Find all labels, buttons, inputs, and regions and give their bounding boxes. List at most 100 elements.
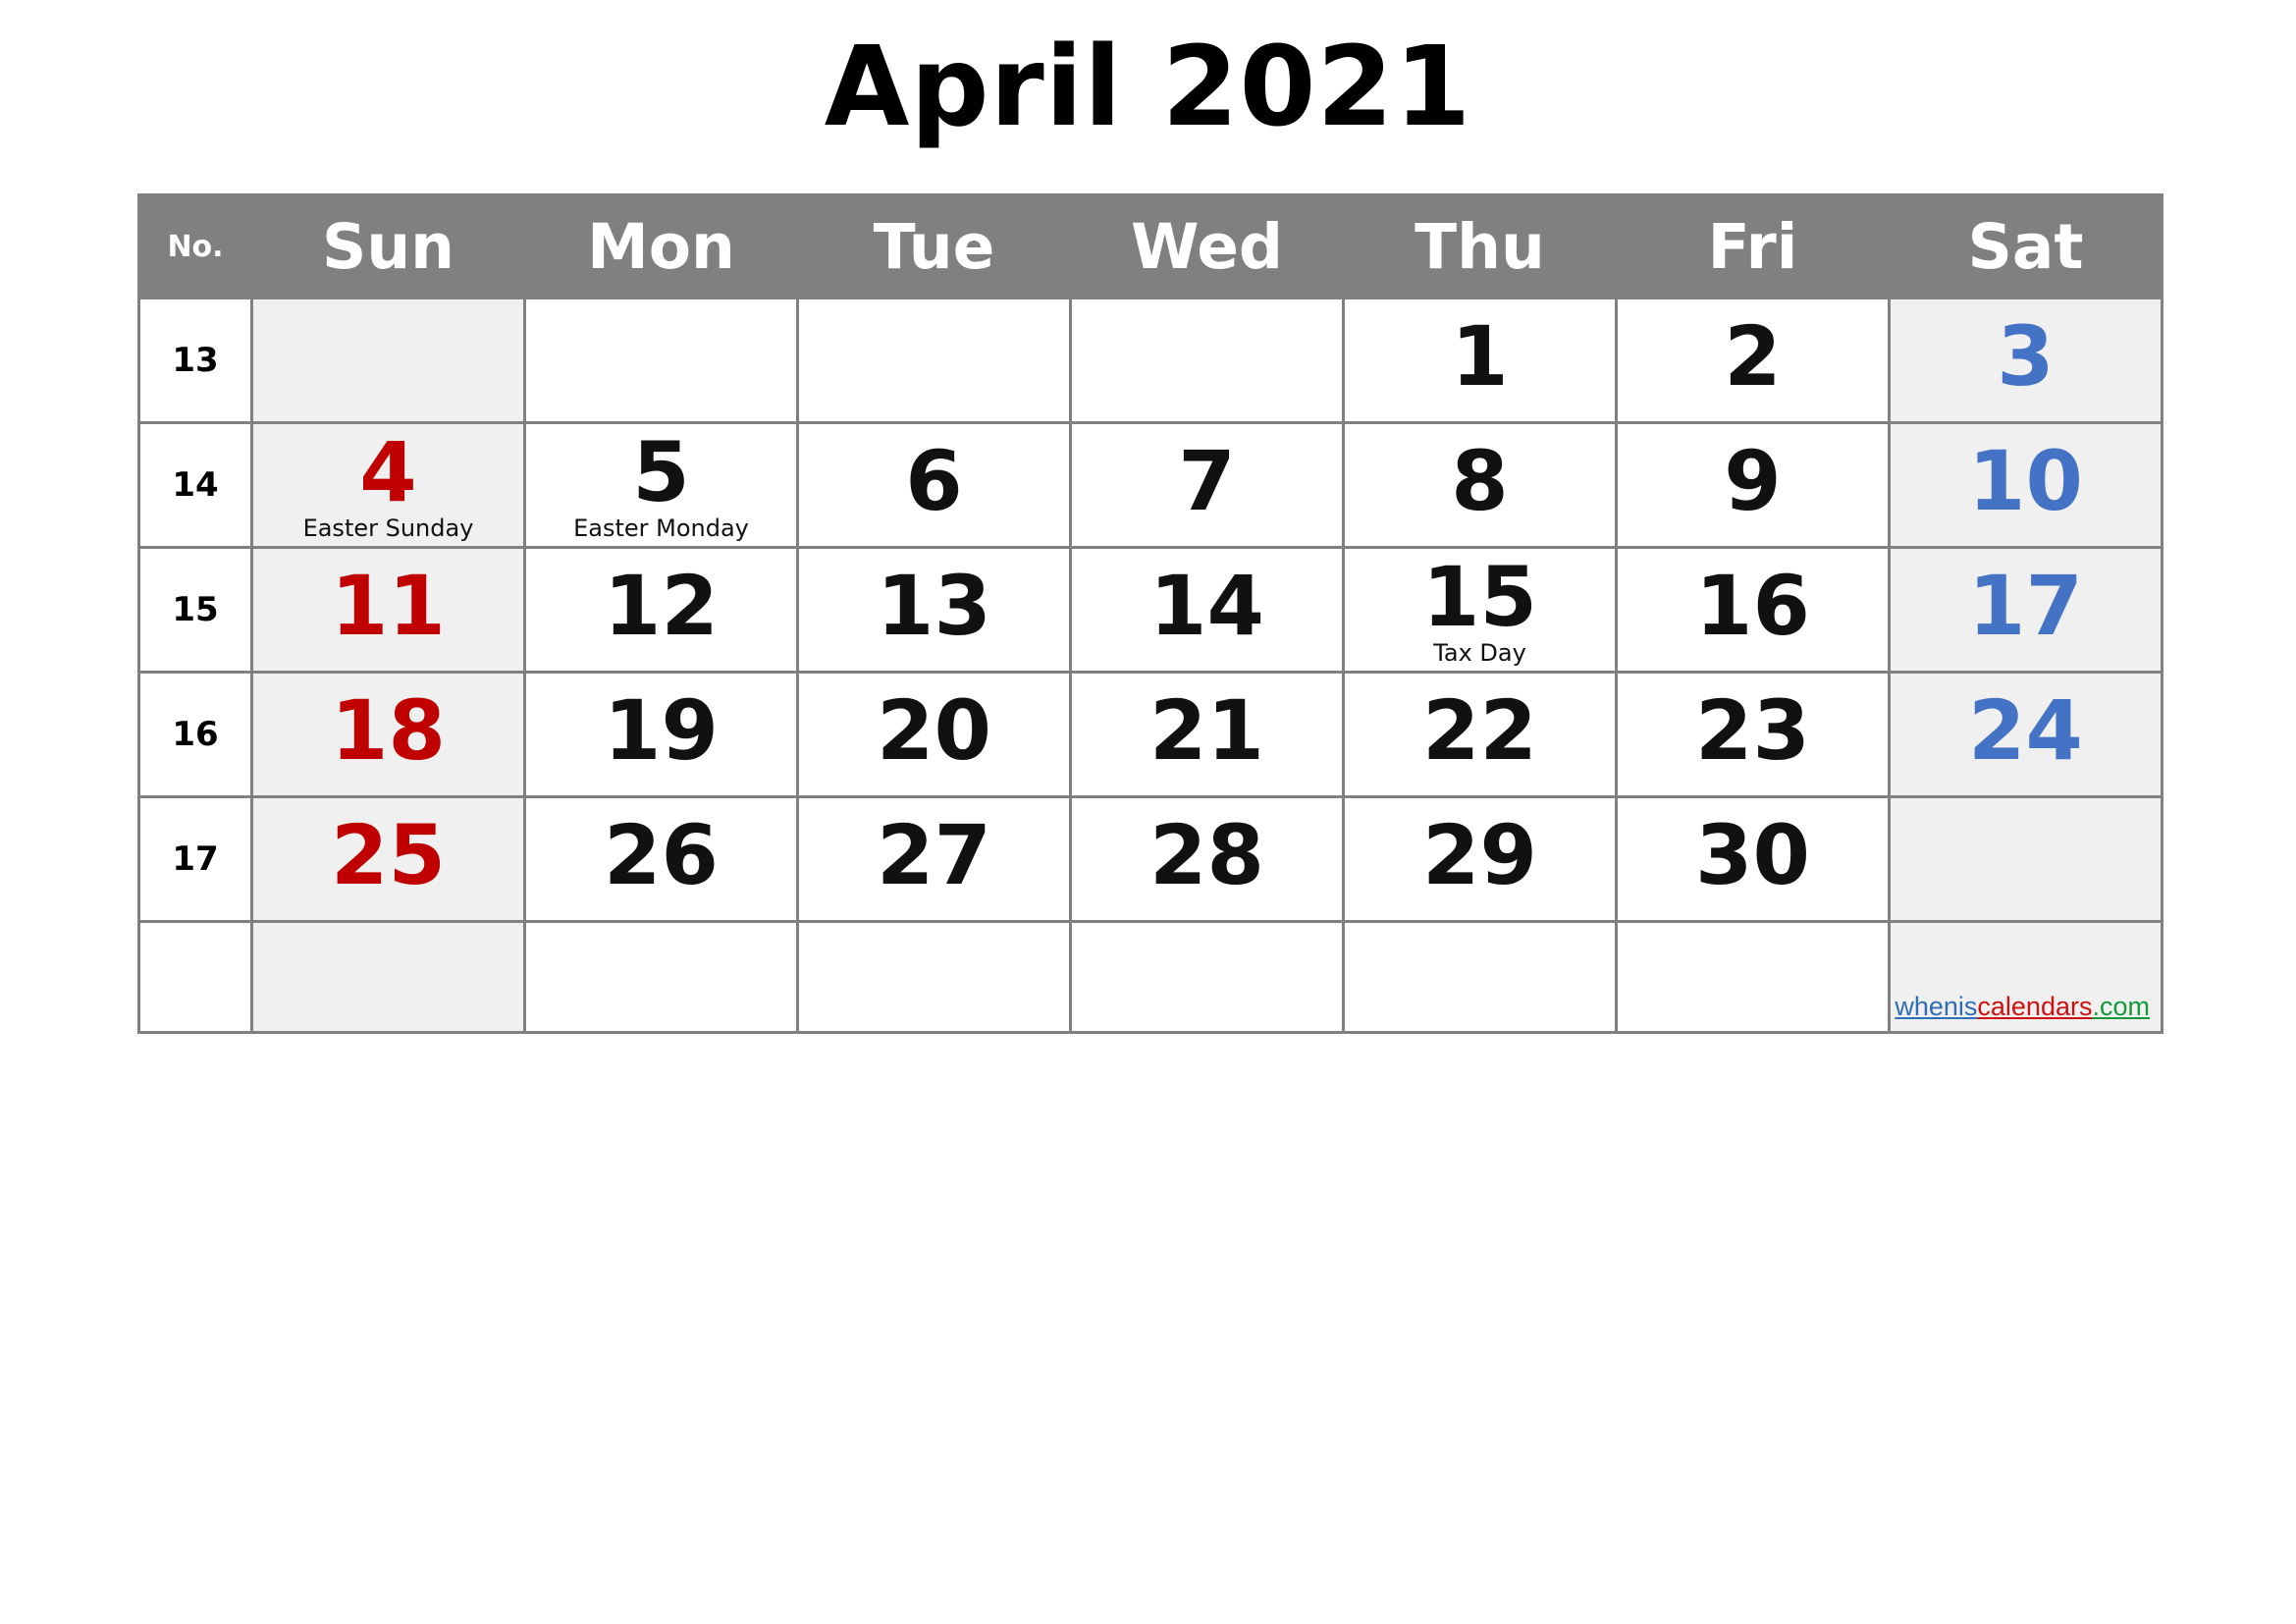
day-number: 1 — [1451, 307, 1509, 405]
day-number: 29 — [1422, 806, 1537, 903]
day-number: 3 — [1997, 307, 2055, 405]
day-number: 7 — [1178, 432, 1236, 529]
week-number-cell: 16 — [137, 671, 253, 798]
day-number: 13 — [877, 557, 991, 654]
day-number: 14 — [1149, 557, 1264, 654]
day-cell[interactable] — [1069, 920, 1345, 1034]
week-number-cell: 13 — [137, 297, 253, 424]
calendar-week-row: 15 11 12 13 14 15 Tax Day 16 17 — [137, 546, 2163, 674]
header-day-sun: Sun — [250, 193, 526, 299]
day-cell[interactable]: 17 — [1888, 546, 2163, 674]
day-cell[interactable] — [796, 297, 1072, 424]
day-cell[interactable]: 4 Easter Sunday — [250, 421, 526, 549]
day-cell[interactable]: 27 — [796, 795, 1072, 923]
holiday-label: Easter Monday — [573, 514, 749, 542]
day-cell[interactable]: 1 — [1342, 297, 1618, 424]
header-day-tue: Tue — [796, 193, 1072, 299]
page-title: April 2021 — [824, 24, 1472, 151]
header-day-wed: Wed — [1069, 193, 1345, 299]
day-cell[interactable]: 22 — [1342, 671, 1618, 798]
calendar-table: No. Sun Mon Tue Wed Thu Fri Sat 13 1 2 3 14 4… — [137, 193, 2163, 1034]
week-number-cell: 15 — [137, 546, 253, 674]
day-cell[interactable]: 3 — [1888, 297, 2163, 424]
day-cell[interactable]: 12 — [523, 546, 799, 674]
day-cell[interactable] — [250, 297, 526, 424]
day-cell[interactable]: 30 — [1615, 795, 1891, 923]
day-number: 28 — [1149, 806, 1264, 903]
day-cell[interactable]: 13 — [796, 546, 1072, 674]
day-cell[interactable]: 18 — [250, 671, 526, 798]
calendar-body: 13 1 2 3 14 4 Easter Sunday 5 Easter Monday 6 7 8 9 1… — [137, 297, 2163, 1034]
calendar-grid: No. Sun Mon Tue Wed Thu Fri Sat 13 1 2 3 14 4… — [137, 193, 2163, 1034]
calendar-page: April 2021 No. Sun Mon Tue Wed Thu Fri S… — [0, 0, 2296, 1624]
day-number: 22 — [1422, 681, 1537, 779]
watermark-link[interactable]: wheniscalendars.com — [1895, 992, 2150, 1022]
day-number: 4 — [359, 424, 417, 521]
day-cell[interactable] — [796, 920, 1072, 1034]
day-cell[interactable] — [1888, 795, 2163, 923]
calendar-week-row: 16 18 19 20 21 22 23 24 — [137, 671, 2163, 798]
calendar-header-row: No. Sun Mon Tue Wed Thu Fri Sat — [137, 193, 2163, 299]
day-cell[interactable]: 20 — [796, 671, 1072, 798]
day-number: 30 — [1695, 806, 1810, 903]
day-number: 11 — [331, 557, 446, 654]
day-number: 20 — [877, 681, 991, 779]
day-number: 17 — [1968, 557, 2083, 654]
day-number: 10 — [1968, 432, 2083, 529]
day-cell[interactable]: 15 Tax Day — [1342, 546, 1618, 674]
day-number: 18 — [331, 681, 446, 779]
day-cell[interactable] — [1069, 297, 1345, 424]
calendar-week-row: 17 25 26 27 28 29 30 — [137, 795, 2163, 923]
day-number: 19 — [604, 681, 719, 779]
day-number: 6 — [905, 432, 963, 529]
day-cell[interactable]: 6 — [796, 421, 1072, 549]
calendar-week-row — [137, 920, 2163, 1034]
day-cell[interactable]: 29 — [1342, 795, 1618, 923]
day-number: 5 — [632, 424, 690, 521]
header-day-mon: Mon — [523, 193, 799, 299]
day-cell[interactable] — [250, 920, 526, 1034]
calendar-week-row: 13 1 2 3 — [137, 297, 2163, 424]
day-number: 12 — [604, 557, 719, 654]
day-number: 25 — [331, 806, 446, 903]
day-cell[interactable] — [523, 920, 799, 1034]
day-cell[interactable]: 24 — [1888, 671, 2163, 798]
watermark-part-1: whenis — [1895, 992, 1978, 1021]
day-cell[interactable]: 26 — [523, 795, 799, 923]
day-number: 27 — [877, 806, 991, 903]
day-cell[interactable]: 11 — [250, 546, 526, 674]
day-cell[interactable]: 9 — [1615, 421, 1891, 549]
day-number: 24 — [1968, 681, 2083, 779]
day-cell[interactable]: 21 — [1069, 671, 1345, 798]
day-cell[interactable]: 25 — [250, 795, 526, 923]
day-cell[interactable]: 14 — [1069, 546, 1345, 674]
week-number-cell: 17 — [137, 795, 253, 923]
holiday-label: Easter Sunday — [302, 514, 474, 542]
day-cell[interactable]: 28 — [1069, 795, 1345, 923]
day-cell[interactable]: 8 — [1342, 421, 1618, 549]
day-number: 9 — [1724, 432, 1782, 529]
watermark-part-3: .com — [2092, 992, 2150, 1021]
day-cell[interactable]: 7 — [1069, 421, 1345, 549]
day-cell[interactable]: 5 Easter Monday — [523, 421, 799, 549]
day-number: 8 — [1451, 432, 1509, 529]
day-cell[interactable]: 10 — [1888, 421, 2163, 549]
watermark-part-2: calendars — [1977, 992, 2093, 1021]
header-day-thu: Thu — [1342, 193, 1618, 299]
day-number: 15 — [1422, 549, 1537, 646]
day-number: 23 — [1695, 681, 1810, 779]
day-cell[interactable]: 19 — [523, 671, 799, 798]
header-day-fri: Fri — [1615, 193, 1891, 299]
day-cell[interactable] — [523, 297, 799, 424]
calendar-week-row: 14 4 Easter Sunday 5 Easter Monday 6 7 8 9 10 — [137, 421, 2163, 549]
holiday-label: Tax Day — [1433, 638, 1526, 667]
header-week-number: No. — [137, 193, 253, 299]
day-cell[interactable]: 2 — [1615, 297, 1891, 424]
day-cell[interactable] — [1615, 920, 1891, 1034]
day-cell[interactable]: 16 — [1615, 546, 1891, 674]
day-cell[interactable] — [1342, 920, 1618, 1034]
header-day-sat: Sat — [1888, 193, 2163, 299]
day-number: 2 — [1724, 307, 1782, 405]
day-cell[interactable]: 23 — [1615, 671, 1891, 798]
day-number: 21 — [1149, 681, 1264, 779]
